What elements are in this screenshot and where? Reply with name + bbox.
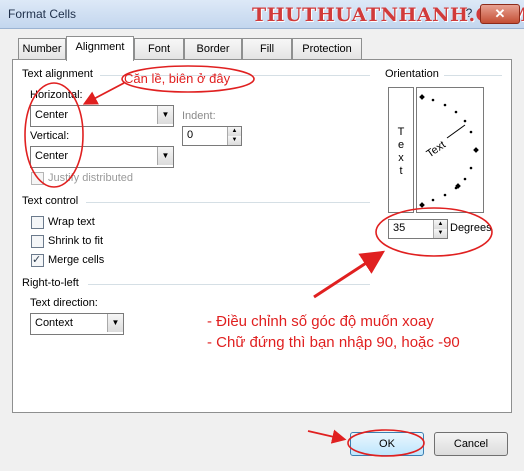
annotation-overlay [24,65,493,457]
alignment-oval [24,82,84,188]
ok-arrow [307,429,347,444]
callout-arrow [82,82,125,105]
tab-alignment[interactable]: Alignment [66,36,134,61]
callout-oval [121,65,255,93]
degrees-arrow [313,250,386,299]
tab-label: Alignment [75,41,125,53]
ok-oval [347,429,425,457]
degrees-oval [375,207,493,257]
